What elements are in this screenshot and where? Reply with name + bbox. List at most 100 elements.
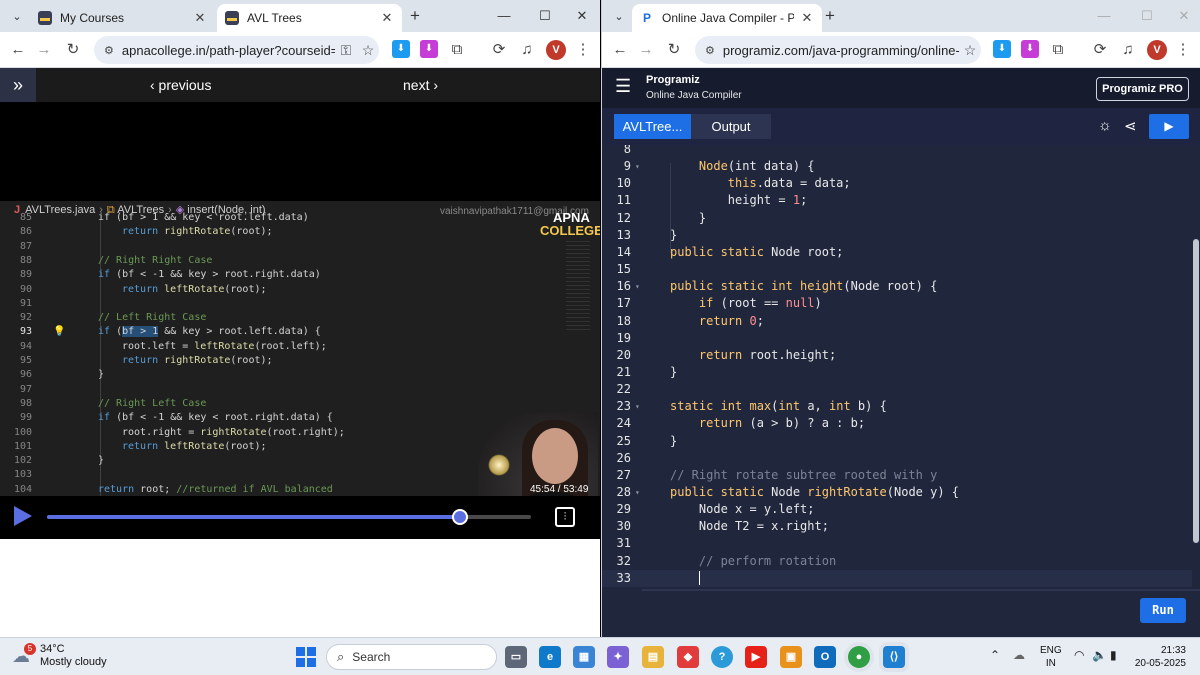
extensions-puzzle-icon[interactable]: ⧉ — [447, 40, 467, 60]
weather-temp: 34°C — [40, 643, 65, 655]
theme-sun-icon[interactable]: ☼ — [1098, 117, 1112, 134]
notes-icon[interactable]: ▣ — [780, 646, 802, 668]
run-play-icon[interactable]: ▶ — [1149, 114, 1189, 139]
line-number: 10 — [616, 176, 631, 191]
back-icon[interactable]: ← — [610, 40, 630, 60]
language-indicator[interactable]: ENG IN — [1040, 644, 1062, 670]
reload-icon[interactable]: ↻ — [63, 40, 83, 60]
close-window-button[interactable]: ✕ — [1172, 6, 1196, 26]
code-token: return — [122, 355, 165, 366]
new-tab-button[interactable]: + — [820, 6, 840, 26]
video-settings-icon[interactable]: ⫶ — [555, 507, 575, 527]
address-bar[interactable]: ⚙ programiz.com/java-programming/online-… — [695, 36, 981, 64]
tab-search-button[interactable]: ⌄ — [608, 5, 630, 27]
tab-search-button[interactable]: ⌄ — [6, 5, 28, 27]
menu-kebab-icon[interactable]: ⋮ — [573, 40, 593, 60]
programiz-pro-button[interactable]: Programiz PRO — [1096, 77, 1189, 101]
menu-kebab-icon[interactable]: ⋮ — [1173, 40, 1193, 60]
weather-widget[interactable]: ☁ 5 34°C Mostly cloudy — [12, 643, 107, 669]
start-button[interactable] — [296, 647, 316, 667]
extensions-puzzle-icon[interactable]: ⧉ — [1048, 40, 1068, 60]
code-line: 33 ​ — [602, 569, 1192, 587]
code-token: // Right Left Case — [98, 397, 207, 409]
close-window-button[interactable]: ✕ — [570, 6, 594, 26]
back-icon[interactable]: ← — [8, 40, 28, 60]
video-progress-bar[interactable] — [47, 509, 531, 525]
code-text: } — [98, 454, 104, 468]
close-tab-icon[interactable]: ✕ — [380, 10, 394, 26]
download-extension-2-icon[interactable]: ⬇ — [420, 40, 438, 58]
output-tab[interactable]: Output — [691, 114, 771, 139]
app-diamond-icon[interactable]: ◆ — [677, 646, 699, 668]
play-icon[interactable] — [14, 506, 32, 526]
profile-avatar[interactable]: V — [1147, 40, 1167, 60]
tab-programiz[interactable]: P Online Java Compiler - Program ✕ — [632, 4, 822, 32]
help-icon[interactable]: ? — [711, 646, 733, 668]
video-progress-knob[interactable] — [451, 509, 468, 525]
site-info-icon[interactable]: ⚙ — [705, 44, 715, 57]
next-button[interactable]: next › — [403, 77, 438, 93]
store-icon[interactable]: ▦ — [573, 646, 595, 668]
minimize-button[interactable]: — — [492, 6, 516, 26]
video-player[interactable]: J AVLTrees.java › ⧉ AVLTrees › ◈ insert(Node,… — [0, 102, 600, 539]
file-tab[interactable]: AVLTree... — [614, 114, 691, 139]
programiz-logo[interactable]: Programiz — [646, 74, 700, 86]
sync-icon[interactable]: ⟳ — [1090, 40, 1110, 60]
download-extension-icon[interactable]: ⬇ — [392, 40, 410, 58]
reload-icon[interactable]: ↻ — [664, 40, 684, 60]
minimize-button[interactable]: — — [1092, 6, 1116, 26]
code-text: return rightRotate(root); — [122, 354, 273, 368]
tab-my-courses[interactable]: ▬ My Courses ✕ — [30, 4, 215, 32]
chrome-icon[interactable]: ● — [848, 646, 870, 668]
outlook-icon[interactable]: O — [814, 646, 836, 668]
editor-scrollbar[interactable] — [1193, 145, 1199, 589]
forward-icon[interactable]: → — [636, 40, 656, 60]
copilot-icon[interactable]: ✦ — [607, 646, 629, 668]
fold-arrow-icon[interactable]: ▾ — [635, 158, 640, 175]
maximize-button[interactable]: ☐ — [533, 6, 557, 26]
forward-icon[interactable]: → — [34, 40, 54, 60]
youtube-icon[interactable]: ▶ — [745, 646, 767, 668]
fold-arrow-icon[interactable]: ▾ — [635, 484, 640, 501]
new-tab-button[interactable]: + — [405, 6, 425, 26]
previous-button[interactable]: ‹ previous — [150, 77, 211, 93]
run-button[interactable]: Run — [1140, 598, 1186, 623]
volume-icon[interactable]: 🔈 — [1092, 648, 1107, 662]
vscode-icon[interactable]: ⟨⟩ — [883, 646, 905, 668]
bookmark-star-icon[interactable]: ☆ — [357, 42, 379, 59]
download-extension-2-icon[interactable]: ⬇ — [1021, 40, 1039, 58]
edge-icon[interactable]: e — [539, 646, 561, 668]
tray-chevron-icon[interactable]: ⌃ — [990, 648, 1000, 662]
fold-arrow-icon[interactable]: ▾ — [635, 278, 640, 295]
share-icon[interactable]: ⋖ — [1124, 117, 1137, 135]
code-token: .data = data; — [756, 176, 851, 191]
code-editor[interactable]: 8 9 ▾ Node(int data) {10 this.data = data;… — [602, 145, 1200, 637]
taskbar-search[interactable]: ⌕ Search — [326, 644, 497, 670]
site-info-icon[interactable]: ⚙ — [104, 44, 114, 57]
hamburger-menu-icon[interactable]: ☰ — [615, 76, 631, 97]
horizontal-scrollbar[interactable] — [642, 589, 1200, 591]
tab-avl-trees[interactable]: ▬ AVL Trees ✕ — [217, 4, 402, 32]
sync-icon[interactable]: ⟳ — [489, 40, 509, 60]
editor-tab-bar: AVLTree... Output ☼ ⋖ ▶ — [602, 108, 1200, 145]
media-control-icon[interactable]: ♫ — [517, 40, 537, 60]
battery-icon[interactable]: ▮ — [1110, 648, 1117, 662]
bookmark-star-icon[interactable]: ☆ — [959, 42, 981, 59]
password-key-icon[interactable]: ⚿ — [335, 42, 357, 59]
task-view-icon[interactable]: ▭ — [505, 646, 527, 668]
download-extension-icon[interactable]: ⬇ — [993, 40, 1011, 58]
code-token: ; — [756, 313, 764, 328]
close-tab-icon[interactable]: ✕ — [800, 10, 814, 26]
maximize-button[interactable]: ☐ — [1135, 6, 1159, 26]
system-clock[interactable]: 21:33 20-05-2025 — [1134, 644, 1186, 670]
media-control-icon[interactable]: ♫ — [1118, 40, 1138, 60]
onedrive-cloud-icon[interactable]: ☁ — [1013, 648, 1025, 662]
close-tab-icon[interactable]: ✕ — [193, 10, 207, 26]
fold-arrow-icon[interactable]: ▾ — [635, 398, 640, 415]
wifi-icon[interactable]: ◠ — [1074, 648, 1084, 662]
scrollbar-thumb[interactable] — [1193, 239, 1199, 543]
file-explorer-icon[interactable]: ▤ — [642, 646, 664, 668]
address-bar[interactable]: ⚙ apnacollege.in/path-player?courseid=s.… — [94, 36, 379, 64]
profile-avatar[interactable]: V — [546, 40, 566, 60]
expand-sidebar-icon[interactable]: » — [0, 68, 36, 102]
